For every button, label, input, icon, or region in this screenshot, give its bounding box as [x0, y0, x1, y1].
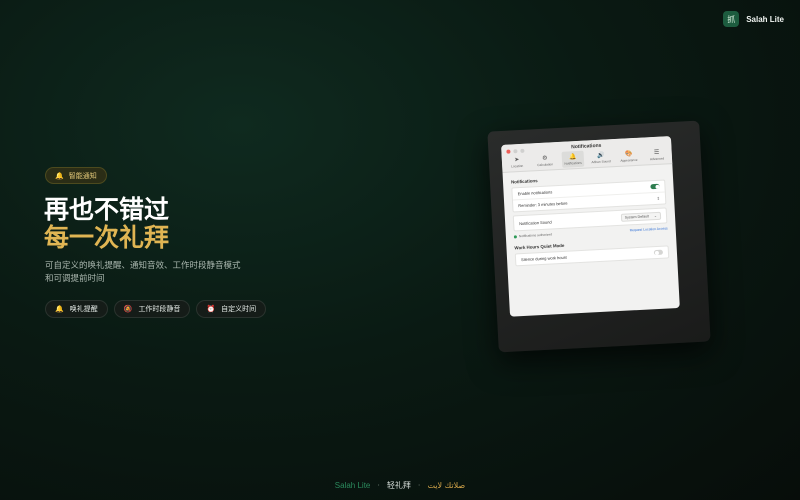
tab-adhan-sound[interactable]: 🔊 Adhan Sound [589, 149, 612, 166]
gear-icon: ⚙ [541, 154, 548, 162]
silence-label: Silence during work hours [520, 254, 568, 263]
tab-label: Appearance [620, 157, 638, 163]
footer-name-cn: 轻礼拜 [386, 481, 411, 490]
enable-notifications-toggle[interactable] [650, 183, 660, 190]
bell-off-icon: 🔕 [123, 305, 133, 313]
chip-label: 工作时段静音 [138, 305, 181, 313]
feature-badge: 🔔 智能通知 [45, 167, 107, 184]
tab-notifications[interactable]: 🔔 Notifications [561, 150, 585, 168]
silence-toggle[interactable] [653, 249, 664, 256]
bell-icon: 🔔 [568, 153, 577, 161]
location-arrow-icon: ➤ [514, 156, 520, 164]
status-dot-icon [513, 234, 517, 238]
settings-content: Notifications Enable notifications Remin… [503, 164, 678, 275]
badge-label: 智能通知 [68, 171, 97, 180]
speaker-icon: 🔊 [596, 151, 605, 159]
chip-custom-time: ⏰ 自定义时间 [196, 300, 267, 318]
silence-row: Silence during work hours [516, 246, 668, 265]
page-title: 再也不错过 每一次礼拜 [44, 196, 169, 252]
brand: 抓 Salah Lite [723, 11, 784, 27]
notifications-card: Enable notifications Reminder: 3 minutes… [511, 179, 667, 213]
chip-label: 唤礼提醒 [69, 305, 98, 313]
sound-select[interactable]: System Default ⌄ [620, 211, 662, 222]
tab-label: Adhan Sound [591, 159, 611, 165]
bell-icon: 🔔 [55, 171, 64, 180]
reminder-label: Reminder: 3 minutes before [518, 200, 568, 209]
tab-advanced[interactable]: ☰ Advanced [645, 146, 668, 163]
subtitle: 可自定义的唤礼提醒、通知音效、工作时段静音模式 和可调提前时间 [45, 260, 255, 286]
subtitle-line2: 和可调提前时间 [45, 274, 105, 284]
tab-label: Calculation [537, 162, 554, 168]
chevron-down-icon: ⌄ [653, 213, 658, 219]
palette-icon: 🎨 [624, 150, 633, 158]
tab-calculation[interactable]: ⚙ Calculation [534, 152, 557, 169]
chip-adhan-reminder: 🔔 唤礼提醒 [45, 300, 108, 318]
app-preview-frame: Notifications ➤ Location ⚙ Calculation 🔔… [487, 120, 711, 353]
tab-label: Advanced [649, 156, 665, 162]
chip-label: 自定义时间 [221, 305, 257, 313]
footer-name-en: Salah Lite [334, 481, 371, 490]
subtitle-line1: 可自定义的唤礼提醒、通知音效、工作时段静音模式 [45, 261, 241, 271]
footer: Salah Lite · 轻礼拜 · صلاتك لايت [0, 480, 800, 491]
tab-location[interactable]: ➤ Location [506, 154, 529, 171]
request-location-link[interactable]: Request Location Access [630, 226, 668, 232]
footer-name-ar: صلاتك لايت [427, 481, 466, 490]
footer-separator: · [377, 481, 380, 490]
tab-label: Notifications [564, 160, 582, 166]
alarm-clock-icon: ⏰ [206, 305, 216, 313]
sound-label: Notification Sound [519, 218, 552, 226]
tab-label: Location [511, 163, 524, 169]
bell-icon: 🔔 [55, 305, 64, 313]
sound-select-value: System Default [624, 214, 650, 220]
feature-chips: 🔔 唤礼提醒 🔕 工作时段静音 ⏰ 自定义时间 [45, 300, 267, 318]
app-logo-icon: 抓 [723, 11, 740, 27]
status-indicator: Notifications authorized [513, 232, 553, 239]
status-text: Notifications authorized [518, 232, 553, 239]
list-icon: ☰ [653, 148, 660, 157]
brand-name: Salah Lite [746, 14, 784, 24]
settings-window: Notifications ➤ Location ⚙ Calculation 🔔… [501, 136, 680, 317]
footer-separator: · [417, 481, 421, 490]
reminder-stepper[interactable]: ⇕ [657, 196, 661, 201]
tab-appearance[interactable]: 🎨 Appearance [617, 148, 640, 165]
headline-line2: 每一次礼拜 [44, 223, 170, 252]
chip-work-quiet: 🔕 工作时段静音 [113, 300, 191, 318]
headline-line1: 再也不错过 [44, 195, 170, 224]
enable-notifications-label: Enable notifications [517, 189, 553, 197]
